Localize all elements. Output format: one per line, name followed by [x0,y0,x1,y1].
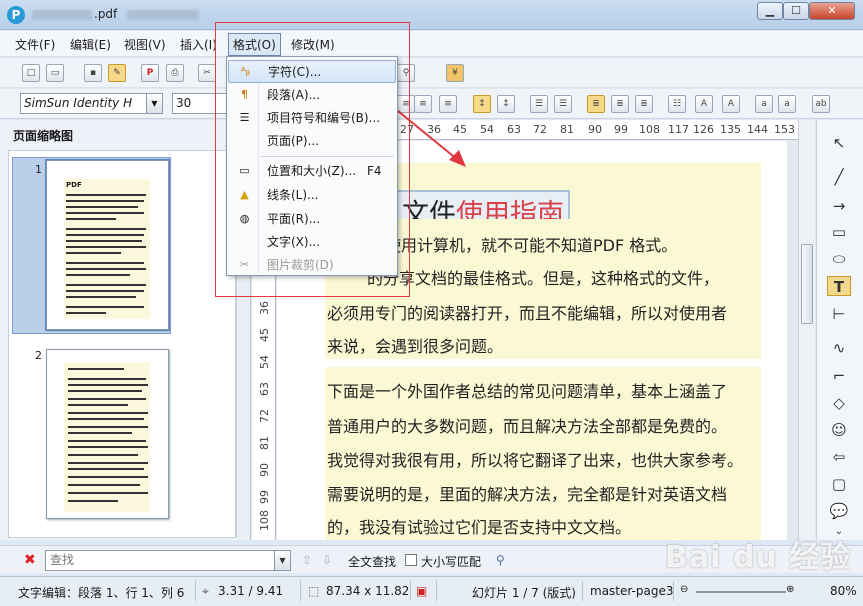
area-icon: ◍ [239,212,250,225]
position-size-icon: ▭ [239,164,250,177]
menu-item-line[interactable]: ▲ 线条(L)... [228,184,396,207]
menu-item-crop: ✂ 图片裁剪(D) [228,254,396,277]
annotation-arrow [354,75,466,167]
character-icon: ᴬᵦ [240,65,251,78]
format-menu-dropdown: ᴬᵦ 字符(C)... ¶ 段落(A)... ☰ 项目符号和编号(B)... 页… [226,56,398,276]
bullets-icon: ☰ [239,111,250,124]
menu-item-area[interactable]: ◍ 平面(R)... [228,208,396,231]
line-icon: ▲ [240,188,249,201]
menu-item-text[interactable]: 文字(X)... [228,231,396,254]
menu-item-position-size[interactable]: ▭ 位置和大小(Z)... F4 [228,160,396,183]
menu-item-page[interactable]: 页面(P)... [228,130,396,153]
paragraph-icon: ¶ [241,88,248,101]
menu-item-bullets[interactable]: ☰ 项目符号和编号(B)... [228,107,396,130]
menu-item-character[interactable]: ᴬᵦ 字符(C)... [228,60,396,83]
crop-icon: ✂ [239,258,250,271]
menu-item-paragraph[interactable]: ¶ 段落(A)... [228,84,396,107]
